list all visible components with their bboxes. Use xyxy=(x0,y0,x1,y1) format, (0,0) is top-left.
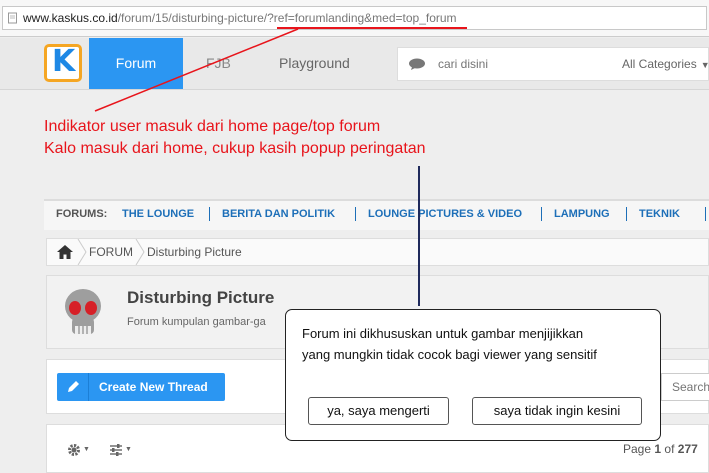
breadcrumb-separator-icon xyxy=(135,239,145,265)
page-total: 277 xyxy=(677,442,698,456)
popup-message-line-2: yang mungkin tidak cocok bagi viewer yan… xyxy=(302,347,597,362)
breadcrumb: FORUM Disturbing Picture xyxy=(46,238,709,266)
pencil-icon xyxy=(57,373,89,401)
forum-link-lampung[interactable]: LAMPUNG xyxy=(554,208,610,220)
warning-popup: Forum ini dikhususkan untuk gambar menji… xyxy=(285,309,661,441)
home-icon[interactable] xyxy=(57,245,73,259)
header-search: All Categories▼ xyxy=(397,47,709,81)
forum-link-the-lounge[interactable]: THE LOUNGE xyxy=(122,208,194,220)
forums-nav-bar: FORUMS: THE LOUNGE BERITA DAN POLITIK LO… xyxy=(44,199,709,230)
url-domain: www.kaskus.co.id xyxy=(23,11,118,25)
forums-label: FORUMS: xyxy=(56,208,108,220)
annotation-line-2: Kalo masuk dari home, cukup kasih popup … xyxy=(44,140,426,157)
forum-description: Forum kumpulan gambar-ga xyxy=(127,316,266,328)
filter-sliders-icon[interactable] xyxy=(109,443,123,457)
browser-address-bar: www.kaskus.co.id/forum/15/disturbing-pic… xyxy=(0,0,709,37)
category-selected-label: All Categories xyxy=(622,57,697,71)
divider xyxy=(355,207,356,221)
chevron-down-icon: ▼ xyxy=(125,446,132,453)
page-of: of xyxy=(664,442,675,456)
divider xyxy=(541,207,542,221)
annotation-line-1: Indikator user masuk dari home page/top … xyxy=(44,118,381,135)
chevron-down-icon: ▼ xyxy=(700,60,709,70)
logo-letter: K xyxy=(52,44,76,79)
url-field[interactable]: www.kaskus.co.id/forum/15/disturbing-pic… xyxy=(2,6,707,30)
forum-title: Disturbing Picture xyxy=(127,288,275,307)
chat-bubble-icon[interactable] xyxy=(408,58,426,70)
popup-message-line-1: Forum ini dikhususkan untuk gambar menji… xyxy=(302,326,584,341)
chevron-down-icon: ▼ xyxy=(83,446,90,453)
nav-tab-fjb[interactable]: FJB xyxy=(206,38,231,89)
divider xyxy=(626,207,627,221)
nav-tab-playground[interactable]: Playground xyxy=(279,38,350,89)
forum-link-teknik[interactable]: TEKNIK xyxy=(639,208,680,220)
page-prefix: Page xyxy=(623,442,652,456)
url-path: /forum/15/disturbing-picture/ xyxy=(117,11,268,25)
nav-tab-forum[interactable]: Forum xyxy=(89,38,183,89)
breadcrumb-forum-link[interactable]: FORUM xyxy=(89,245,133,259)
breadcrumb-current: Disturbing Picture xyxy=(147,245,242,259)
divider xyxy=(705,207,706,221)
page-current: 1 xyxy=(654,442,662,456)
thread-search-box[interactable] xyxy=(661,373,709,401)
forum-link-berita-dan-politik[interactable]: BERITA DAN POLITIK xyxy=(222,208,335,220)
gear-icon[interactable] xyxy=(67,443,81,457)
forum-link-lounge-pictures-video[interactable]: LOUNGE PICTURES & VIDEO xyxy=(368,208,522,220)
url-query: ?ref=forumlanding&med=top_forum xyxy=(267,11,457,25)
search-input[interactable] xyxy=(438,54,588,74)
site-header: K Forum FJB Playground All Categories▼ xyxy=(0,38,709,90)
page-icon xyxy=(8,12,17,24)
thread-search-input[interactable] xyxy=(672,380,709,394)
divider xyxy=(209,207,210,221)
pagination-info: Page 1 of 277 xyxy=(623,442,698,456)
kaskus-logo[interactable]: K xyxy=(44,44,82,82)
skull-icon xyxy=(65,289,101,334)
decline-button[interactable]: saya tidak ingin kesini xyxy=(472,397,642,425)
url-text: www.kaskus.co.id/forum/15/disturbing-pic… xyxy=(23,11,457,25)
category-select[interactable]: All Categories ▼ xyxy=(622,57,709,71)
breadcrumb-separator-icon xyxy=(77,239,87,265)
create-new-thread-button[interactable]: Create New Thread xyxy=(57,373,225,401)
create-thread-label: Create New Thread xyxy=(99,380,208,394)
confirm-button[interactable]: ya, saya mengerti xyxy=(308,397,449,425)
